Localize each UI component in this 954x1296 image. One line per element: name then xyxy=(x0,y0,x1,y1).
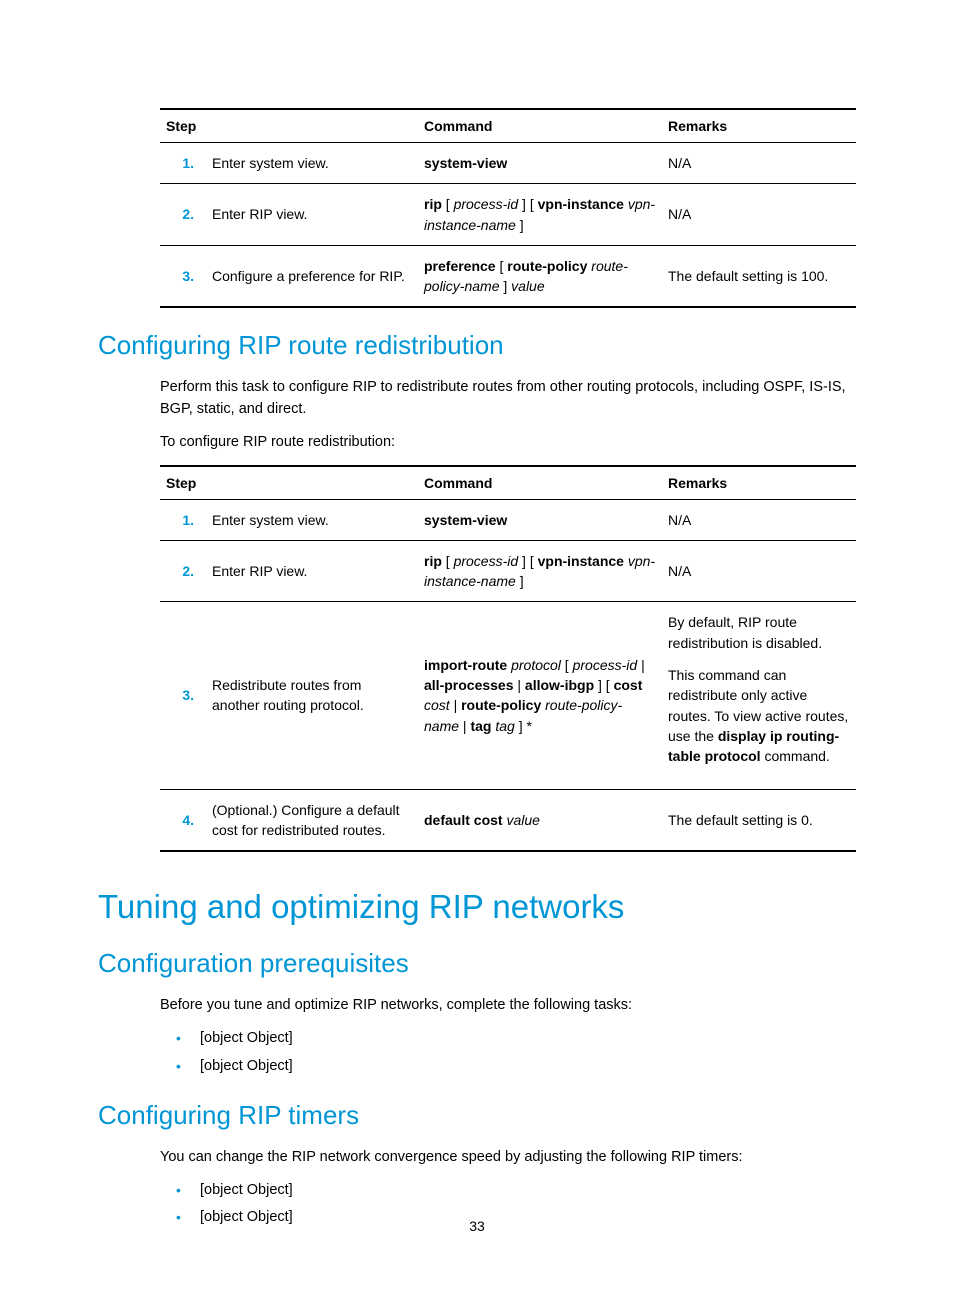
table-row: 3. Redistribute routes from another rout… xyxy=(160,602,856,789)
table-row: 2. Enter RIP view. rip [ process-id ] [ … xyxy=(160,540,856,602)
command-text: import-route protocol [ process-id | all… xyxy=(418,602,662,789)
list-item: [object Object] xyxy=(160,1056,856,1078)
prereq-para: Before you tune and optimize RIP network… xyxy=(160,995,856,1016)
redistribution-table: Step Command Remarks 1. Enter system vie… xyxy=(160,465,856,853)
remarks-text: The default setting is 100. xyxy=(662,245,856,307)
table-row: 1. Enter system view. system-view N/A xyxy=(160,143,856,184)
th-remarks: Remarks xyxy=(662,466,856,500)
timers-content: You can change the RIP network convergen… xyxy=(160,1147,856,1230)
remarks-text: N/A xyxy=(662,143,856,184)
step-text: Enter system view. xyxy=(206,499,418,540)
remarks-text: By default, RIP route redistribution is … xyxy=(662,602,856,789)
step-number: 2. xyxy=(160,540,206,602)
prereq-list: [object Object] [object Object] xyxy=(160,1028,856,1078)
table-row: 2. Enter RIP view. rip [ process-id ] [ … xyxy=(160,184,856,246)
list-item: [object Object] xyxy=(160,1028,856,1050)
command-text: rip [ process-id ] [ vpn-instance vpn-in… xyxy=(418,540,662,602)
remarks-text: The default setting is 0. xyxy=(662,789,856,851)
table-row: 4. (Optional.) Configure a default cost … xyxy=(160,789,856,851)
step-number: 3. xyxy=(160,245,206,307)
step-text: Enter RIP view. xyxy=(206,540,418,602)
table-row: 1. Enter system view. system-view N/A xyxy=(160,499,856,540)
remarks-text: N/A xyxy=(662,540,856,602)
table1-body: 1. Enter system view. system-view N/A 2.… xyxy=(160,143,856,308)
redistribution-para2: To configure RIP route redistribution: xyxy=(160,432,856,453)
th-step: Step xyxy=(160,109,418,143)
th-command: Command xyxy=(418,109,662,143)
step-text: Redistribute routes from another routing… xyxy=(206,602,418,789)
command-text: preference [ route-policy route-policy-n… xyxy=(418,245,662,307)
th-step: Step xyxy=(160,466,418,500)
step-text: Configure a preference for RIP. xyxy=(206,245,418,307)
table1-container: Step Command Remarks 1. Enter system vie… xyxy=(160,108,856,308)
step-number: 2. xyxy=(160,184,206,246)
redistribution-content: Perform this task to configure RIP to re… xyxy=(160,377,856,852)
command-text: default cost value xyxy=(418,789,662,851)
heading-redistribution: Configuring RIP route redistribution xyxy=(98,330,856,361)
prereq-content: Before you tune and optimize RIP network… xyxy=(160,995,856,1078)
heading-prereq: Configuration prerequisites xyxy=(98,948,856,979)
document-page: Step Command Remarks 1. Enter system vie… xyxy=(0,0,954,1296)
step-number: 1. xyxy=(160,499,206,540)
step-number: 1. xyxy=(160,143,206,184)
page-number: 33 xyxy=(0,1218,954,1234)
preference-table: Step Command Remarks 1. Enter system vie… xyxy=(160,108,856,308)
redistribution-para1: Perform this task to configure RIP to re… xyxy=(160,377,856,419)
table2-body: 1. Enter system view. system-view N/A 2.… xyxy=(160,499,856,851)
command-text: system-view xyxy=(418,143,662,184)
table-row: 3. Configure a preference for RIP. prefe… xyxy=(160,245,856,307)
command-text: rip [ process-id ] [ vpn-instance vpn-in… xyxy=(418,184,662,246)
timers-para: You can change the RIP network convergen… xyxy=(160,1147,856,1168)
remarks-text: N/A xyxy=(662,184,856,246)
list-item: [object Object] xyxy=(160,1180,856,1202)
step-number: 3. xyxy=(160,602,206,789)
remarks-text: N/A xyxy=(662,499,856,540)
command-text: system-view xyxy=(418,499,662,540)
th-remarks: Remarks xyxy=(662,109,856,143)
step-text: Enter RIP view. xyxy=(206,184,418,246)
heading-timers: Configuring RIP timers xyxy=(98,1100,856,1131)
step-text: (Optional.) Configure a default cost for… xyxy=(206,789,418,851)
heading-tuning: Tuning and optimizing RIP networks xyxy=(98,888,856,926)
th-command: Command xyxy=(418,466,662,500)
step-number: 4. xyxy=(160,789,206,851)
step-text: Enter system view. xyxy=(206,143,418,184)
